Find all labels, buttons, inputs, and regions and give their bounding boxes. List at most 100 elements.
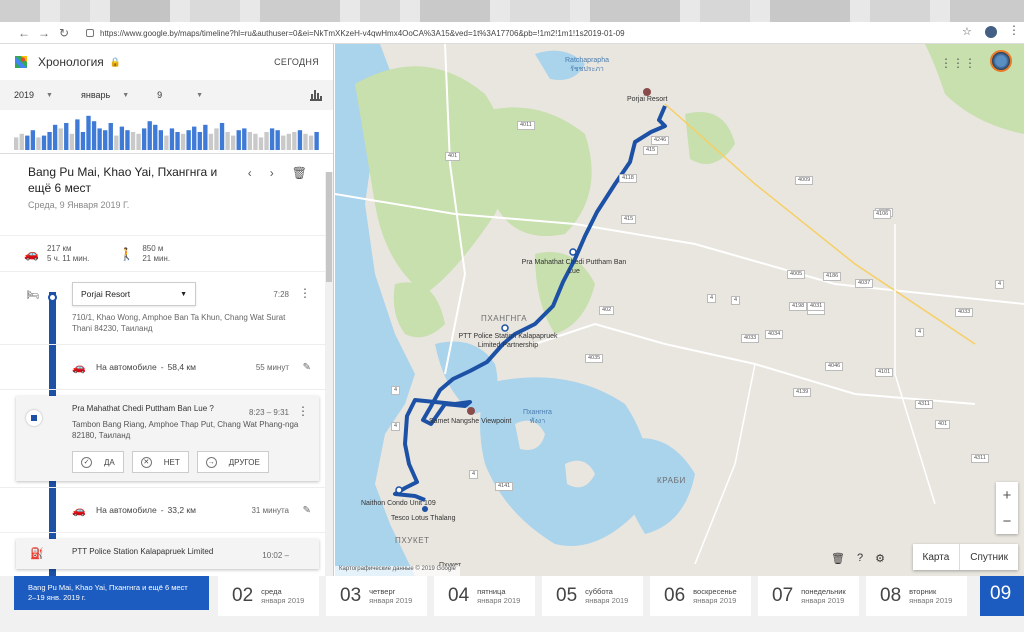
day-card[interactable]: 03 четверг января 2019: [326, 576, 427, 616]
histogram-bar[interactable]: [147, 121, 152, 150]
histogram-bar[interactable]: [153, 124, 158, 150]
reload-icon[interactable]: ↻: [54, 26, 74, 40]
histogram-bar[interactable]: [208, 133, 214, 150]
map-label-ptt[interactable]: PTT Police Station Kalapapruek Limited P…: [453, 332, 563, 350]
day-card-active[interactable]: 09: [980, 576, 1024, 616]
map-label-pra-mahathat[interactable]: Pra Mahathat Chedi Puttham Ban Lue: [519, 258, 629, 276]
histogram-bar[interactable]: [103, 130, 108, 150]
trip-summary-card[interactable]: Bang Pu Mai, Khao Yai, Пхангнга и ещё 6 …: [14, 576, 209, 610]
map-type-map-button[interactable]: Карта: [913, 544, 960, 570]
histogram-bar[interactable]: [175, 132, 180, 150]
settings-gear-icon[interactable]: ⚙: [875, 552, 885, 565]
histogram-bar[interactable]: [180, 133, 186, 150]
other-button[interactable]: → ДРУГОЕ: [196, 451, 269, 473]
histogram-bar[interactable]: [314, 132, 319, 150]
histogram-bar[interactable]: [136, 133, 141, 150]
address-bar[interactable]: https://www.google.by/maps/timeline?hl=r…: [82, 25, 944, 41]
map-type-satellite-button[interactable]: Спутник: [959, 544, 1018, 570]
account-avatar[interactable]: [990, 50, 1012, 72]
histogram-bar[interactable]: [91, 121, 97, 150]
yes-button[interactable]: ✓ ДА: [72, 451, 124, 473]
timeline-place-card-ptt[interactable]: ⛽ PTT Police Station Kalapapruek Limited…: [16, 539, 319, 569]
day-card[interactable]: 06 воскресенье января 2019: [650, 576, 751, 616]
previous-day-icon[interactable]: ‹: [248, 166, 252, 180]
histogram-bar[interactable]: [269, 128, 275, 150]
next-day-icon[interactable]: ›: [270, 166, 274, 180]
edit-wand-icon[interactable]: ✎: [303, 362, 311, 373]
histogram-bar[interactable]: [264, 132, 269, 150]
histogram-bar[interactable]: [219, 123, 225, 150]
browser-menu-icon[interactable]: ⋮: [1008, 23, 1020, 37]
map-label-tesco[interactable]: Tesco Lotus Thalang: [391, 515, 455, 522]
day-card[interactable]: 05 суббота января 2019: [542, 576, 643, 616]
histogram-bar[interactable]: [230, 135, 236, 150]
histogram-bar[interactable]: [36, 137, 41, 150]
histogram-bar[interactable]: [14, 137, 19, 150]
map-view[interactable]: Ratchaprapha รัชชประภา Porjai Resort Pra…: [335, 44, 1024, 576]
histogram-bar[interactable]: [69, 133, 74, 150]
year-select[interactable]: 2019 ▼: [14, 90, 53, 100]
histogram-bar[interactable]: [130, 132, 136, 150]
histogram-bar[interactable]: [125, 130, 130, 150]
histogram-bar[interactable]: [308, 135, 314, 150]
histogram-bar[interactable]: [52, 124, 58, 150]
histogram-bar[interactable]: [247, 132, 253, 150]
zoom-in-button[interactable]: +: [1003, 487, 1012, 504]
histogram-bar[interactable]: [19, 133, 24, 150]
histogram-bar[interactable]: [242, 128, 247, 150]
histogram-bar[interactable]: [275, 130, 280, 150]
histogram-bar[interactable]: [258, 137, 264, 150]
histogram-bar[interactable]: [141, 128, 147, 150]
day-card[interactable]: 04 пятница января 2019: [434, 576, 535, 616]
histogram-bar[interactable]: [203, 124, 208, 150]
histogram-bar[interactable]: [186, 130, 191, 150]
histogram-bar[interactable]: [58, 128, 63, 150]
day-card[interactable]: 08 вторник января 2019: [866, 576, 967, 616]
back-icon[interactable]: ←: [14, 26, 34, 40]
histogram-bar[interactable]: [297, 130, 303, 150]
histogram-bar[interactable]: [75, 119, 80, 150]
histogram-bar[interactable]: [119, 126, 125, 150]
histogram-bar[interactable]: [225, 132, 230, 150]
more-options-icon[interactable]: ⋮: [299, 286, 311, 300]
more-options-icon[interactable]: ⋮: [297, 404, 309, 418]
trash-icon[interactable]: 🗑: [292, 166, 307, 180]
activity-histogram[interactable]: [0, 110, 333, 154]
bookmark-star-icon[interactable]: ☆: [962, 25, 972, 38]
histogram-bar[interactable]: [281, 135, 286, 150]
timeline-move-drive-1[interactable]: 🚗 На автомобиле - 58,4 км 55 минут ✎: [0, 344, 333, 390]
histogram-bar[interactable]: [114, 135, 119, 150]
apps-grid-icon[interactable]: ⋮⋮⋮: [940, 56, 976, 70]
histogram-bar[interactable]: [286, 133, 291, 150]
no-button[interactable]: ✕ НЕТ: [131, 451, 189, 473]
timeline-move-drive-2[interactable]: 🚗 На автомобиле - 33,2 км 31 минута ✎: [0, 487, 333, 533]
histogram-bar[interactable]: [30, 130, 36, 150]
timeline-place-card-pra-mahathat[interactable]: Pra Mahathat Chedi Puttham Ban Lue ? 8:2…: [16, 396, 319, 481]
histogram-bar[interactable]: [214, 128, 219, 150]
histogram-bar[interactable]: [197, 132, 202, 150]
sidebar-scrollbar[interactable]: [325, 172, 333, 576]
profile-icon[interactable]: [985, 26, 997, 38]
histogram-bar[interactable]: [25, 135, 30, 150]
bar-chart-icon[interactable]: [309, 87, 323, 104]
zoom-out-button[interactable]: −: [1003, 513, 1012, 530]
map-label-porjai[interactable]: Porjai Resort: [627, 96, 667, 103]
map-label-naithon[interactable]: Naithon Condo Unit 109: [361, 500, 436, 507]
histogram-bar[interactable]: [86, 115, 91, 150]
histogram-bar[interactable]: [236, 130, 241, 150]
histogram-bar[interactable]: [253, 133, 258, 150]
timeline-place-porjai[interactable]: 🛏 Porjai Resort ▼ 7:28 ⋮ 710/1, Khao Won…: [0, 272, 333, 344]
histogram-bar[interactable]: [64, 123, 69, 150]
day-card[interactable]: 02 среда января 2019: [218, 576, 319, 616]
help-icon[interactable]: ?: [857, 552, 863, 565]
month-select[interactable]: январь ▼: [81, 90, 129, 100]
histogram-bar[interactable]: [80, 132, 86, 150]
edit-wand-icon[interactable]: ✎: [303, 505, 311, 516]
today-button[interactable]: СЕГОДНЯ: [274, 57, 319, 67]
histogram-bar[interactable]: [169, 128, 175, 150]
histogram-bar[interactable]: [164, 135, 169, 150]
place-name-dropdown[interactable]: Porjai Resort ▼: [72, 282, 196, 306]
scrollbar-thumb[interactable]: [326, 172, 332, 282]
histogram-bar[interactable]: [41, 135, 47, 150]
histogram-bar[interactable]: [47, 132, 52, 150]
